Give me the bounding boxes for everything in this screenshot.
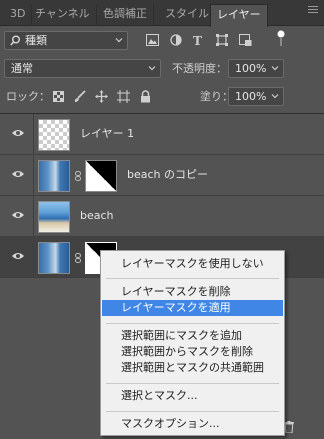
- menu-item-disable-mask[interactable]: レイヤーマスクを使用しない: [102, 256, 283, 272]
- lock-row: ロック： 塗り： 100%: [0, 87, 324, 109]
- menu-item-delete-mask[interactable]: レイヤーマスクを削除: [102, 284, 283, 300]
- menu-separator: [106, 383, 279, 384]
- eye-icon[interactable]: [11, 210, 25, 220]
- opacity-input[interactable]: 100%: [228, 59, 284, 78]
- menu-item-select-and-mask[interactable]: 選択とマスク...: [102, 388, 283, 404]
- layer-mask-thumbnail[interactable]: [85, 160, 117, 192]
- layer-filter-row: 種類 T: [0, 30, 324, 52]
- adjustment-filter-icon[interactable]: [170, 34, 182, 46]
- tab-channels[interactable]: チャンネル: [29, 4, 97, 26]
- chevron-down-icon: [115, 38, 123, 43]
- link-icon[interactable]: [75, 171, 81, 181]
- lock-all-icon[interactable]: [140, 90, 151, 103]
- menu-separator: [106, 323, 279, 324]
- image-filter-icon[interactable]: [146, 34, 159, 46]
- search-icon: [10, 35, 20, 46]
- blend-mode-value: 通常: [11, 62, 33, 75]
- chevron-down-icon[interactable]: [271, 92, 279, 100]
- filter-kind-label: 種類: [25, 34, 47, 47]
- layer-row[interactable]: beach: [0, 196, 324, 237]
- layer-thumbnail[interactable]: [38, 160, 70, 192]
- eye-icon[interactable]: [11, 169, 25, 179]
- blend-mode-select[interactable]: 通常: [4, 59, 161, 78]
- menu-item-subtract-mask-from-selection[interactable]: 選択範囲からマスクを削除: [102, 344, 283, 360]
- lock-position-icon[interactable]: [95, 90, 108, 103]
- lock-label: ロック：: [6, 90, 50, 103]
- filter-toggle-icon[interactable]: [276, 30, 286, 48]
- layer-thumbnail[interactable]: [38, 119, 70, 151]
- lock-artboard-icon[interactable]: [117, 90, 130, 103]
- menu-item-add-mask-to-selection[interactable]: 選択範囲にマスクを追加: [102, 328, 283, 344]
- menu-separator: [106, 278, 279, 279]
- layer-name[interactable]: beach のコピー: [127, 168, 208, 182]
- panel-tab-bar: 3D チャンネル 色調補正 スタイル レイヤー: [0, 0, 324, 27]
- type-filter-icon[interactable]: T: [193, 34, 202, 48]
- menu-item-mask-options[interactable]: マスクオプション...: [102, 416, 283, 432]
- panel-menu-icon[interactable]: [308, 6, 318, 14]
- lock-transparent-icon[interactable]: [53, 91, 64, 102]
- lock-paint-icon[interactable]: [74, 90, 86, 103]
- tab-styles[interactable]: スタイル: [159, 4, 216, 26]
- tab-adjustments[interactable]: 色調補正: [97, 4, 154, 26]
- fill-value: 100%: [235, 90, 267, 103]
- layer-name[interactable]: beach: [80, 209, 114, 223]
- fill-input[interactable]: 100%: [228, 87, 284, 106]
- eye-icon[interactable]: [11, 128, 25, 138]
- chevron-down-icon[interactable]: [271, 64, 279, 72]
- blend-row: 通常 不透明度： 100%: [0, 58, 324, 80]
- trash-icon[interactable]: [284, 421, 294, 433]
- menu-separator: [106, 411, 279, 412]
- layer-name[interactable]: レイヤー 1: [80, 127, 134, 141]
- link-icon[interactable]: [75, 253, 81, 263]
- layer-row[interactable]: beach のコピー: [0, 155, 324, 196]
- menu-item-apply-mask[interactable]: レイヤーマスクを適用: [102, 300, 283, 316]
- opacity-label: 不透明度：: [172, 62, 227, 75]
- chevron-down-icon: [148, 66, 156, 71]
- opacity-value: 100%: [235, 62, 267, 75]
- tab-layers[interactable]: レイヤー: [210, 4, 268, 27]
- layer-row[interactable]: レイヤー 1: [0, 114, 324, 155]
- shape-filter-icon[interactable]: [216, 34, 228, 46]
- layer-mask-context-menu: レイヤーマスクを使用しない レイヤーマスクを削除 レイヤーマスクを適用 選択範囲…: [100, 250, 285, 436]
- smart-object-filter-icon[interactable]: [239, 34, 252, 46]
- filter-kind-select[interactable]: 種類: [4, 31, 128, 50]
- layer-thumbnail[interactable]: [38, 201, 70, 233]
- eye-icon[interactable]: [11, 251, 25, 261]
- layer-thumbnail[interactable]: [38, 242, 70, 274]
- menu-item-intersect-mask-with-selection[interactable]: 選択範囲とマスクの共通範囲: [102, 360, 283, 376]
